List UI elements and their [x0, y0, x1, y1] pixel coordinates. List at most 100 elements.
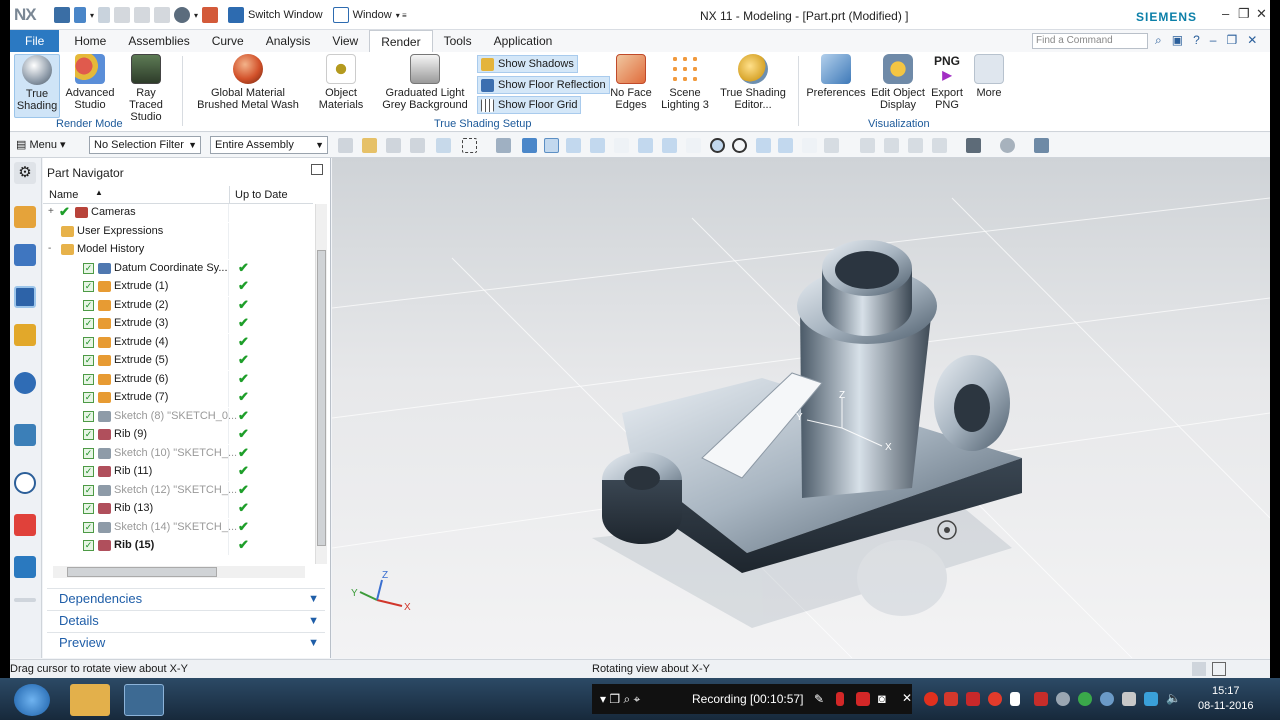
feature-checkbox[interactable]: ✓: [83, 318, 94, 329]
tray-record-icon[interactable]: [924, 692, 938, 706]
navigator-row[interactable]: ✓ Rib (15) ✔: [43, 537, 313, 556]
find-command-input[interactable]: Find a Command: [1032, 33, 1148, 49]
advanced-studio-button[interactable]: Advanced Studio: [62, 54, 118, 111]
orient-view-icon[interactable]: [932, 138, 947, 153]
navigator-row[interactable]: ✓ Rib (11) ✔: [43, 463, 313, 482]
feature-checkbox[interactable]: ✓: [83, 466, 94, 477]
tab-tools[interactable]: Tools: [433, 30, 483, 52]
tray-flag-icon[interactable]: [1010, 692, 1020, 706]
feature-checkbox[interactable]: ✓: [83, 503, 94, 514]
line-icon[interactable]: [566, 138, 581, 153]
switch-window-button[interactable]: Switch Window: [248, 9, 323, 21]
scene-lighting-button[interactable]: Scene Lighting 3: [656, 54, 714, 111]
true-shading-editor-button[interactable]: True Shading Editor...: [718, 54, 788, 111]
ribbon-minimize-icon[interactable]: –: [1210, 33, 1217, 48]
show-floor-grid-toggle[interactable]: Show Floor Grid: [477, 96, 582, 114]
general-selection-icon[interactable]: [338, 138, 353, 153]
menu-button[interactable]: ▤ Menu ▾: [16, 138, 66, 151]
selection-filter-dropdown[interactable]: No Selection Filter ▼: [89, 136, 201, 154]
maximize-panel-icon[interactable]: [311, 164, 323, 175]
arc-center-icon[interactable]: [710, 138, 725, 153]
part-navigator-icon[interactable]: [14, 286, 36, 308]
pencil-icon[interactable]: ✎: [814, 692, 824, 706]
details-panel[interactable]: Details ▼: [47, 610, 325, 630]
navigator-row[interactable]: ✓ Extrude (5) ✔: [43, 352, 313, 371]
repeat-command-icon[interactable]: [202, 7, 219, 23]
tab-curve[interactable]: Curve: [201, 30, 255, 52]
process-studio-icon[interactable]: [14, 556, 36, 578]
ribbon-close-icon[interactable]: ✕: [1247, 33, 1257, 48]
feature-checkbox[interactable]: ✓: [83, 521, 94, 533]
gear-icon[interactable]: ⚙: [14, 162, 36, 184]
column-name[interactable]: Name: [49, 189, 78, 201]
quadrant-icon[interactable]: [732, 138, 747, 153]
nx-taskbar-icon[interactable]: [124, 684, 164, 716]
navigator-row[interactable]: ✓ Extrude (4) ✔: [43, 333, 313, 353]
tray-s-icon[interactable]: [944, 692, 958, 706]
pause-icon[interactable]: [836, 692, 844, 706]
feature-checkbox[interactable]: ✓: [83, 355, 94, 366]
save-icon[interactable]: [54, 7, 70, 23]
background-icon[interactable]: [1000, 138, 1015, 153]
paste-icon[interactable]: [154, 7, 171, 23]
status-toggle-icon[interactable]: [1192, 662, 1206, 676]
curve-icon[interactable]: [590, 138, 605, 153]
solid-body-icon[interactable]: [496, 138, 511, 153]
spline-icon[interactable]: [614, 138, 629, 153]
graphics-viewport[interactable]: X Z Y X Y Z: [332, 158, 1270, 658]
constraint-navigator-icon[interactable]: [14, 244, 36, 266]
feature-checkbox[interactable]: ✓: [83, 281, 94, 292]
zoom-icon[interactable]: [884, 138, 899, 153]
no-face-edges-button[interactable]: No Face Edges: [608, 54, 654, 111]
tab-assemblies[interactable]: Assemblies: [117, 30, 200, 52]
feature-checkbox[interactable]: ✓: [83, 392, 94, 403]
true-shading-button[interactable]: True Shading: [14, 54, 60, 118]
navigator-row[interactable]: ✓ Sketch (10) "SKETCH_... ✔: [43, 444, 313, 464]
undo-icon[interactable]: [74, 7, 86, 23]
taskbar-clock[interactable]: 15:17 08-11-2016: [1198, 684, 1253, 714]
web-browser-icon[interactable]: [14, 372, 36, 394]
tab-application[interactable]: Application: [483, 30, 564, 52]
touch-mode-icon[interactable]: [174, 7, 191, 23]
navigator-row[interactable]: + ✔ Cameras: [43, 204, 313, 223]
horizontal-scroll-thumb[interactable]: [67, 567, 217, 577]
ray-traced-studio-button[interactable]: Ray Traced Studio: [120, 54, 172, 123]
navigator-row[interactable]: ✓ Extrude (1) ✔: [43, 278, 313, 297]
render-style-icon[interactable]: [966, 138, 981, 153]
feature-checkbox[interactable]: ✓: [83, 410, 94, 422]
navigator-row[interactable]: ✓ Rib (13) ✔: [43, 500, 313, 519]
copy-icon[interactable]: [134, 7, 151, 23]
stop-icon[interactable]: [856, 692, 870, 706]
tab-file[interactable]: File: [10, 30, 60, 52]
preview-panel[interactable]: Preview ▼: [47, 632, 325, 652]
restore-button[interactable]: ❐: [1238, 6, 1250, 22]
start-button[interactable]: [14, 684, 50, 716]
preferences-button[interactable]: Preferences: [806, 54, 866, 99]
tray-display-icon[interactable]: [1122, 692, 1136, 706]
navigator-row[interactable]: ✓ Sketch (12) "SKETCH_... ✔: [43, 481, 313, 501]
show-shadows-toggle[interactable]: Show Shadows: [477, 55, 578, 73]
search-icon[interactable]: ⌕: [1155, 33, 1162, 48]
close-button[interactable]: ✕: [1256, 6, 1267, 22]
snap-arc-icon[interactable]: [686, 138, 701, 153]
dependencies-panel[interactable]: Dependencies ▼: [47, 588, 325, 608]
clock-icon[interactable]: [14, 472, 36, 494]
rectangle-select-icon[interactable]: [462, 138, 477, 153]
recorder-menu-icon[interactable]: ▾ ❐ ⌕ ⌖: [600, 692, 640, 707]
work-layer-icon[interactable]: [1034, 138, 1049, 153]
tray-green-icon[interactable]: [1078, 692, 1092, 706]
feature-checkbox[interactable]: ✓: [83, 262, 94, 274]
horizontal-scrollbar[interactable]: [53, 566, 305, 578]
tab-view[interactable]: View: [321, 30, 369, 52]
expand-icon[interactable]: +: [48, 206, 54, 217]
select-body-icon[interactable]: [410, 138, 425, 153]
vertical-scroll-thumb[interactable]: [317, 250, 326, 546]
fit-view-icon[interactable]: [860, 138, 875, 153]
bisector-icon[interactable]: [802, 138, 817, 153]
feature-checkbox[interactable]: ✓: [83, 447, 94, 459]
volume-icon[interactable]: 🔈: [1166, 691, 1181, 705]
rotate-icon[interactable]: [908, 138, 923, 153]
tray-app-icon[interactable]: [1144, 692, 1158, 706]
feature-checkbox[interactable]: ✓: [83, 336, 94, 348]
file-explorer-icon[interactable]: [70, 684, 110, 716]
